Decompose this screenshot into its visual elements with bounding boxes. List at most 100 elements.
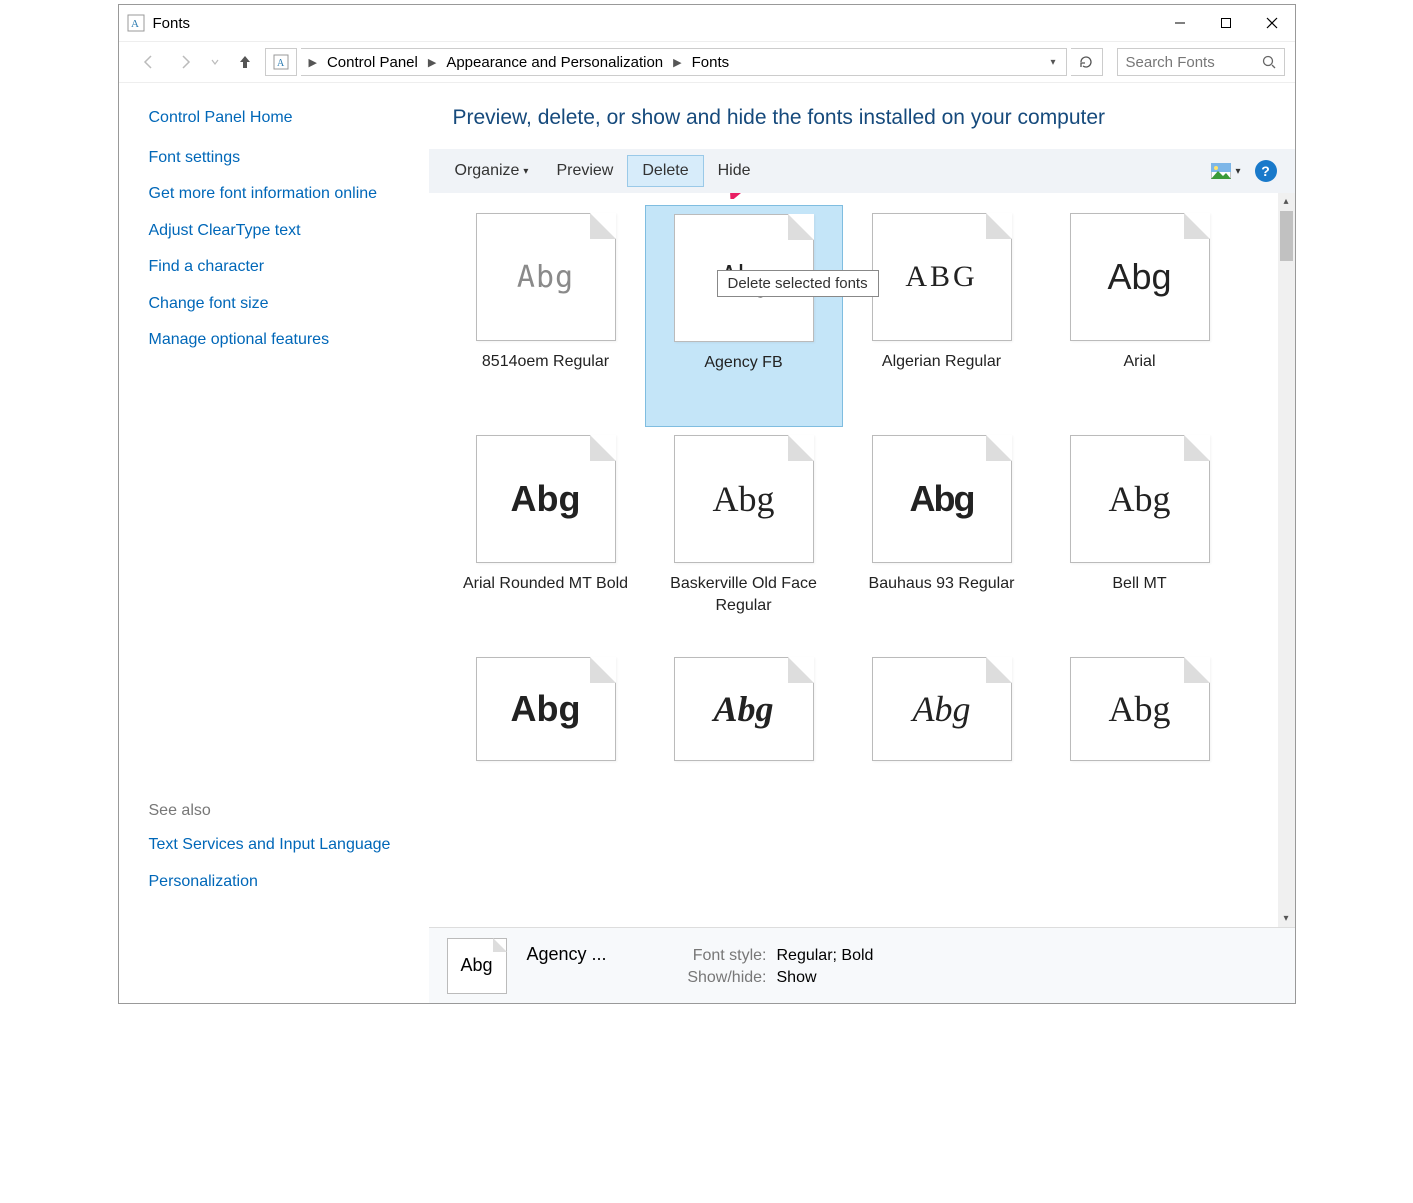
close-button[interactable] [1249,5,1295,41]
search-placeholder: Search Fonts [1126,54,1215,71]
font-grid: Abg8514oem RegularAbgAgency FBABGAlgeria… [429,193,1278,927]
sidebar-home-link[interactable]: Control Panel Home [149,109,401,127]
chevron-down-icon: ▾ [523,166,528,177]
preview-button[interactable]: Preview [542,156,627,186]
maximize-button[interactable] [1203,5,1249,41]
font-sample: Abg [1070,435,1210,563]
font-item[interactable]: Abg Bauhaus 93 Regular [843,427,1041,649]
svg-text:A: A [131,18,139,30]
toolbar: Organize ▾ Preview Delete Hide ▾ [429,149,1295,193]
sidebar-link-change-font-size[interactable]: Change font size [149,293,401,315]
chevron-right-icon: ▶ [424,56,440,69]
breadcrumb-item[interactable]: Control Panel [321,49,424,75]
details-name: Agency ... [527,944,647,965]
breadcrumb-item[interactable]: Fonts [686,49,736,75]
details-font-style-value: Regular; Bold [777,947,874,965]
font-sample: Abg [674,657,814,761]
font-sample: Abg [476,435,616,563]
font-label: Bell MT [1112,573,1166,595]
font-item[interactable]: Abg [447,649,645,779]
font-item[interactable]: ABG Algerian Regular [843,205,1041,427]
font-item[interactable]: Abg Bell MT [1041,427,1239,649]
font-thumb: Abg [1070,213,1210,341]
body: Control Panel Home Font settings Get mor… [119,83,1295,927]
font-label: Baskerville Old Face Regular [651,573,837,616]
scroll-down-button[interactable]: ▾ [1278,910,1295,927]
font-label: Agency FB [704,352,782,374]
font-sample: Abg [476,657,616,761]
forward-button[interactable] [169,46,201,78]
font-item[interactable]: Abg [843,649,1041,779]
hide-button[interactable]: Hide [704,156,765,186]
font-sample: Abg [674,435,814,563]
address-dropdown-icon[interactable]: ▾ [1044,57,1061,68]
window-controls [1157,5,1295,41]
organize-button[interactable]: Organize ▾ [441,156,543,186]
details-pane: Abg Agency ... Font style: Regular; Bold… [429,927,1295,1003]
font-item[interactable]: Abg 8514oem Regular [447,205,645,427]
sidebar-link-find-character[interactable]: Find a character [149,256,401,278]
font-item[interactable]: Abg [1041,649,1239,779]
font-label: Bauhaus 93 Regular [869,573,1015,595]
font-item[interactable]: Abg [645,649,843,779]
breadcrumb-item[interactable]: Appearance and Personalization [440,49,669,75]
view-options-button[interactable]: ▾ [1211,163,1240,179]
sidebar-link-cleartype[interactable]: Adjust ClearType text [149,220,401,242]
svg-text:A: A [277,58,285,69]
font-sample: Abg [1070,657,1210,761]
sidebar-link-text-services[interactable]: Text Services and Input Language [149,834,401,856]
fonts-icon: A [127,14,145,32]
details-show-hide-label: Show/hide: [657,969,767,987]
details-show-hide-value: Show [777,969,874,987]
search-input[interactable]: Search Fonts [1117,48,1285,76]
delete-button[interactable]: Delete [627,155,703,187]
sidebar-link-optional-features[interactable]: Manage optional features [149,329,401,351]
back-button[interactable] [133,46,165,78]
scroll-thumb[interactable] [1280,211,1293,261]
font-label: Arial Rounded MT Bold [463,573,628,595]
navbar: A ▶ Control Panel ▶ Appearance and Perso… [119,41,1295,83]
scrollbar[interactable]: ▴ ▾ [1278,193,1295,927]
font-sample: ABG [872,213,1012,341]
details-info: Agency ... Font style: Regular; Bold Sho… [527,944,874,987]
font-item[interactable]: AbgAgency FB [645,205,843,427]
font-item[interactable]: Abg Arial Rounded MT Bold [447,427,645,649]
details-font-style-label: Font style: [657,947,767,965]
font-thumb: Abg [872,435,1012,563]
font-thumb: Abg [476,657,616,761]
minimize-button[interactable] [1157,5,1203,41]
main: Preview, delete, or show and hide the fo… [429,83,1295,927]
see-also-label: See also [149,802,401,820]
tooltip: Delete selected fonts [717,270,879,297]
help-button[interactable]: ? [1255,160,1277,182]
font-item[interactable]: Abg Arial [1041,205,1239,427]
font-thumb: ABG [872,213,1012,341]
title-left: A Fonts [127,14,191,32]
grid-wrap: Delete selected fonts Abg 8514oem Regular… [429,193,1295,927]
font-label: Algerian Regular [882,351,1001,373]
font-thumb: Abg [476,213,616,341]
refresh-button[interactable] [1071,48,1103,76]
chevron-right-icon: ▶ [669,56,685,69]
up-button[interactable] [229,46,261,78]
font-sample: Abg [1070,213,1210,341]
sidebar-link-more-info[interactable]: Get more font information online [149,183,401,205]
address-icon[interactable]: A [265,48,297,76]
sidebar: Control Panel Home Font settings Get mor… [119,83,429,927]
font-thumb: Abg [674,435,814,563]
font-item[interactable]: Abg Baskerville Old Face Regular [645,427,843,649]
recent-dropdown[interactable] [205,46,225,78]
font-thumb: Abg [674,657,814,761]
font-label: 8514oem Regular [482,351,609,373]
font-label: Arial [1123,351,1155,373]
address-bar[interactable]: ▶ Control Panel ▶ Appearance and Persona… [301,48,1067,76]
search-icon [1262,55,1276,69]
font-thumb: Abg [1070,657,1210,761]
picture-icon [1211,163,1231,179]
scroll-up-button[interactable]: ▴ [1278,193,1295,210]
window: A Fonts A [118,4,1296,1004]
sidebar-link-personalization[interactable]: Personalization [149,871,401,893]
font-sample: Abg [872,657,1012,761]
sidebar-link-font-settings[interactable]: Font settings [149,147,401,169]
font-sample: Abg [476,213,616,341]
